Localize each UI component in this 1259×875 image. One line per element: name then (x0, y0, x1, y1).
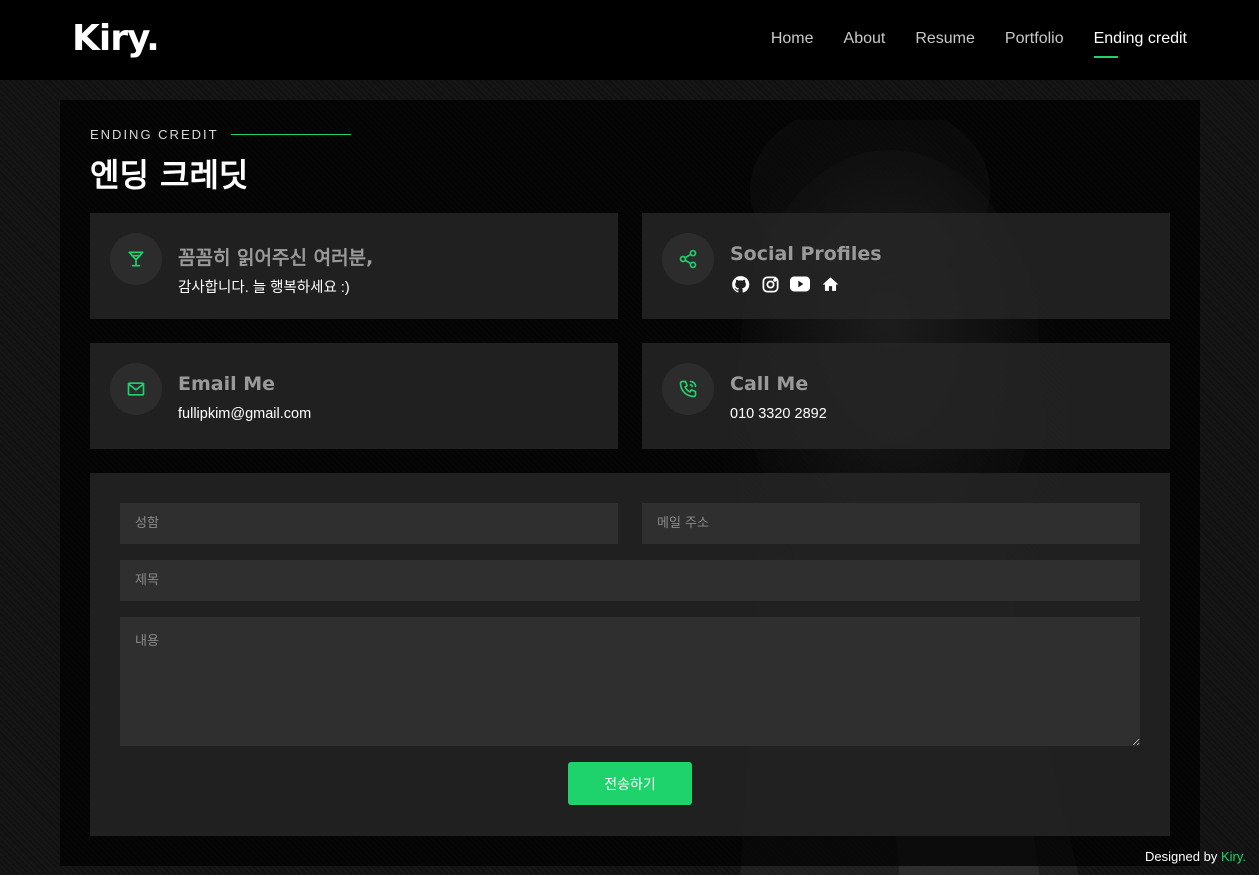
email-card: Email Me fullipkim@gmail.com (90, 343, 618, 449)
share-icon (662, 233, 714, 285)
social-links (730, 274, 840, 294)
github-icon[interactable] (730, 274, 750, 294)
call-card: Call Me 010 3320 2892 (642, 343, 1170, 449)
nav-about[interactable]: About (844, 30, 886, 54)
nav-ending-credit[interactable]: Ending credit (1093, 30, 1187, 58)
section-subtitle: ENDING CREDIT (90, 127, 351, 142)
footer-designed-by: Designed by (1145, 849, 1218, 864)
main-nav: Home About Resume Portfolio Ending credi… (771, 30, 1187, 58)
social-card: Social Profiles (642, 213, 1170, 319)
section-title: 엔딩 크레딧 (90, 156, 249, 194)
home-icon[interactable] (820, 274, 840, 294)
send-button[interactable]: 전송하기 (568, 762, 692, 805)
mail-icon (110, 363, 162, 415)
nav-resume[interactable]: Resume (915, 30, 975, 54)
subtitle-divider (230, 134, 351, 135)
message-textarea[interactable] (120, 617, 1140, 746)
thanks-card: 꼼꼼히 읽어주신 여러분, 감사합니다. 늘 행복하세요 :) (90, 213, 618, 319)
contact-form: 전송하기 (90, 473, 1170, 836)
section-subtitle-text: ENDING CREDIT (90, 127, 219, 142)
phone-icon (662, 363, 714, 415)
email-address[interactable]: fullipkim@gmail.com (178, 406, 311, 422)
name-input[interactable] (120, 503, 618, 544)
ending-credit-panel: ENDING CREDIT 엔딩 크레딧 꼼꼼히 읽어주신 여러분, 감사합니다… (60, 100, 1200, 866)
phone-number[interactable]: 010 3320 2892 (730, 406, 827, 422)
footer-credit: Designed by Kiry. (1145, 849, 1246, 864)
youtube-icon[interactable] (790, 274, 810, 294)
subject-input[interactable] (120, 560, 1140, 601)
site-logo[interactable]: Kiry. (72, 18, 160, 59)
cocktail-icon (110, 233, 162, 285)
thanks-title: 꼼꼼히 읽어주신 여러분, (178, 247, 374, 269)
nav-home[interactable]: Home (771, 30, 814, 54)
top-navbar: Kiry. Home About Resume Portfolio Ending… (0, 0, 1259, 80)
social-title: Social Profiles (730, 243, 882, 265)
nav-portfolio[interactable]: Portfolio (1005, 30, 1064, 54)
email-title: Email Me (178, 373, 276, 395)
call-title: Call Me (730, 373, 809, 395)
email-input[interactable] (642, 503, 1140, 544)
thanks-text: 감사합니다. 늘 행복하세요 :) (178, 280, 350, 296)
instagram-icon[interactable] (760, 274, 780, 294)
footer-brand[interactable]: Kiry. (1221, 849, 1246, 864)
